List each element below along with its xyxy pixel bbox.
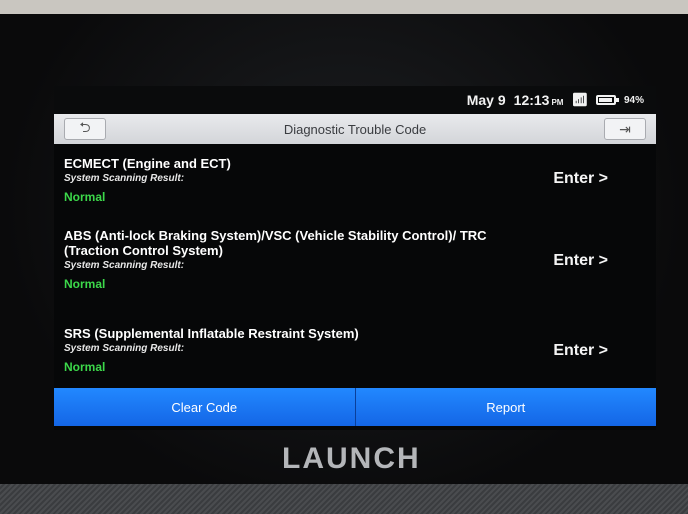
system-item-srs: SRS (Supplemental Inflatable Restraint S… bbox=[64, 326, 654, 374]
system-item-abs-vsc-trc: ABS (Anti-lock Braking System)/VSC (Vehi… bbox=[64, 228, 654, 291]
scan-tool-device: May 9 12:13 PM 📶︎ 94% ⮌ Diagnostic Troub… bbox=[0, 0, 688, 514]
exit-button[interactable]: ⇥ bbox=[604, 118, 646, 140]
bottom-action-bar: Clear Code Report bbox=[54, 388, 656, 426]
wifi-icon: 📶︎ bbox=[571, 92, 588, 107]
scan-result-status: Normal bbox=[64, 277, 106, 291]
system-name: ECMECT (Engine and ECT) bbox=[64, 156, 231, 171]
report-button[interactable]: Report bbox=[354, 388, 656, 426]
status-ampm: PM bbox=[551, 98, 564, 107]
battery-fill bbox=[598, 98, 612, 102]
brand-logo: LAUNCH bbox=[282, 442, 421, 475]
back-button[interactable]: ⮌ bbox=[64, 118, 106, 140]
clear-code-button[interactable]: Clear Code bbox=[54, 388, 355, 426]
screen: May 9 12:13 PM 📶︎ 94% ⮌ Diagnostic Troub… bbox=[54, 86, 656, 430]
exit-icon: ⇥ bbox=[619, 120, 631, 137]
bezel-top bbox=[0, 0, 688, 14]
back-arrow-icon: ⮌ bbox=[79, 119, 91, 135]
scan-result-status: Normal bbox=[64, 360, 106, 374]
battery-percent: 94% bbox=[623, 94, 644, 106]
system-name: ABS (Anti-lock Braking System)/VSC (Vehi… bbox=[64, 228, 487, 258]
title-bar: ⮌ Diagnostic Trouble Code ⇥ bbox=[54, 114, 656, 144]
battery-icon bbox=[595, 95, 619, 105]
enter-button-abs-vsc-trc[interactable]: Enter > bbox=[553, 252, 608, 270]
status-time: 12:13 bbox=[513, 92, 550, 108]
scan-result-status: Normal bbox=[64, 190, 106, 204]
enter-button-srs[interactable]: Enter > bbox=[553, 342, 608, 360]
system-item-ecmect: ECMECT (Engine and ECT) System Scanning … bbox=[64, 156, 654, 204]
system-name: SRS (Supplemental Inflatable Restraint S… bbox=[64, 326, 359, 341]
status-bar: May 9 12:13 PM 📶︎ 94% bbox=[54, 86, 656, 114]
status-date: May 9 bbox=[466, 92, 506, 108]
enter-button-ecmect[interactable]: Enter > bbox=[553, 170, 608, 188]
bezel-bottom bbox=[0, 484, 688, 514]
page-title: Diagnostic Trouble Code bbox=[283, 121, 427, 137]
